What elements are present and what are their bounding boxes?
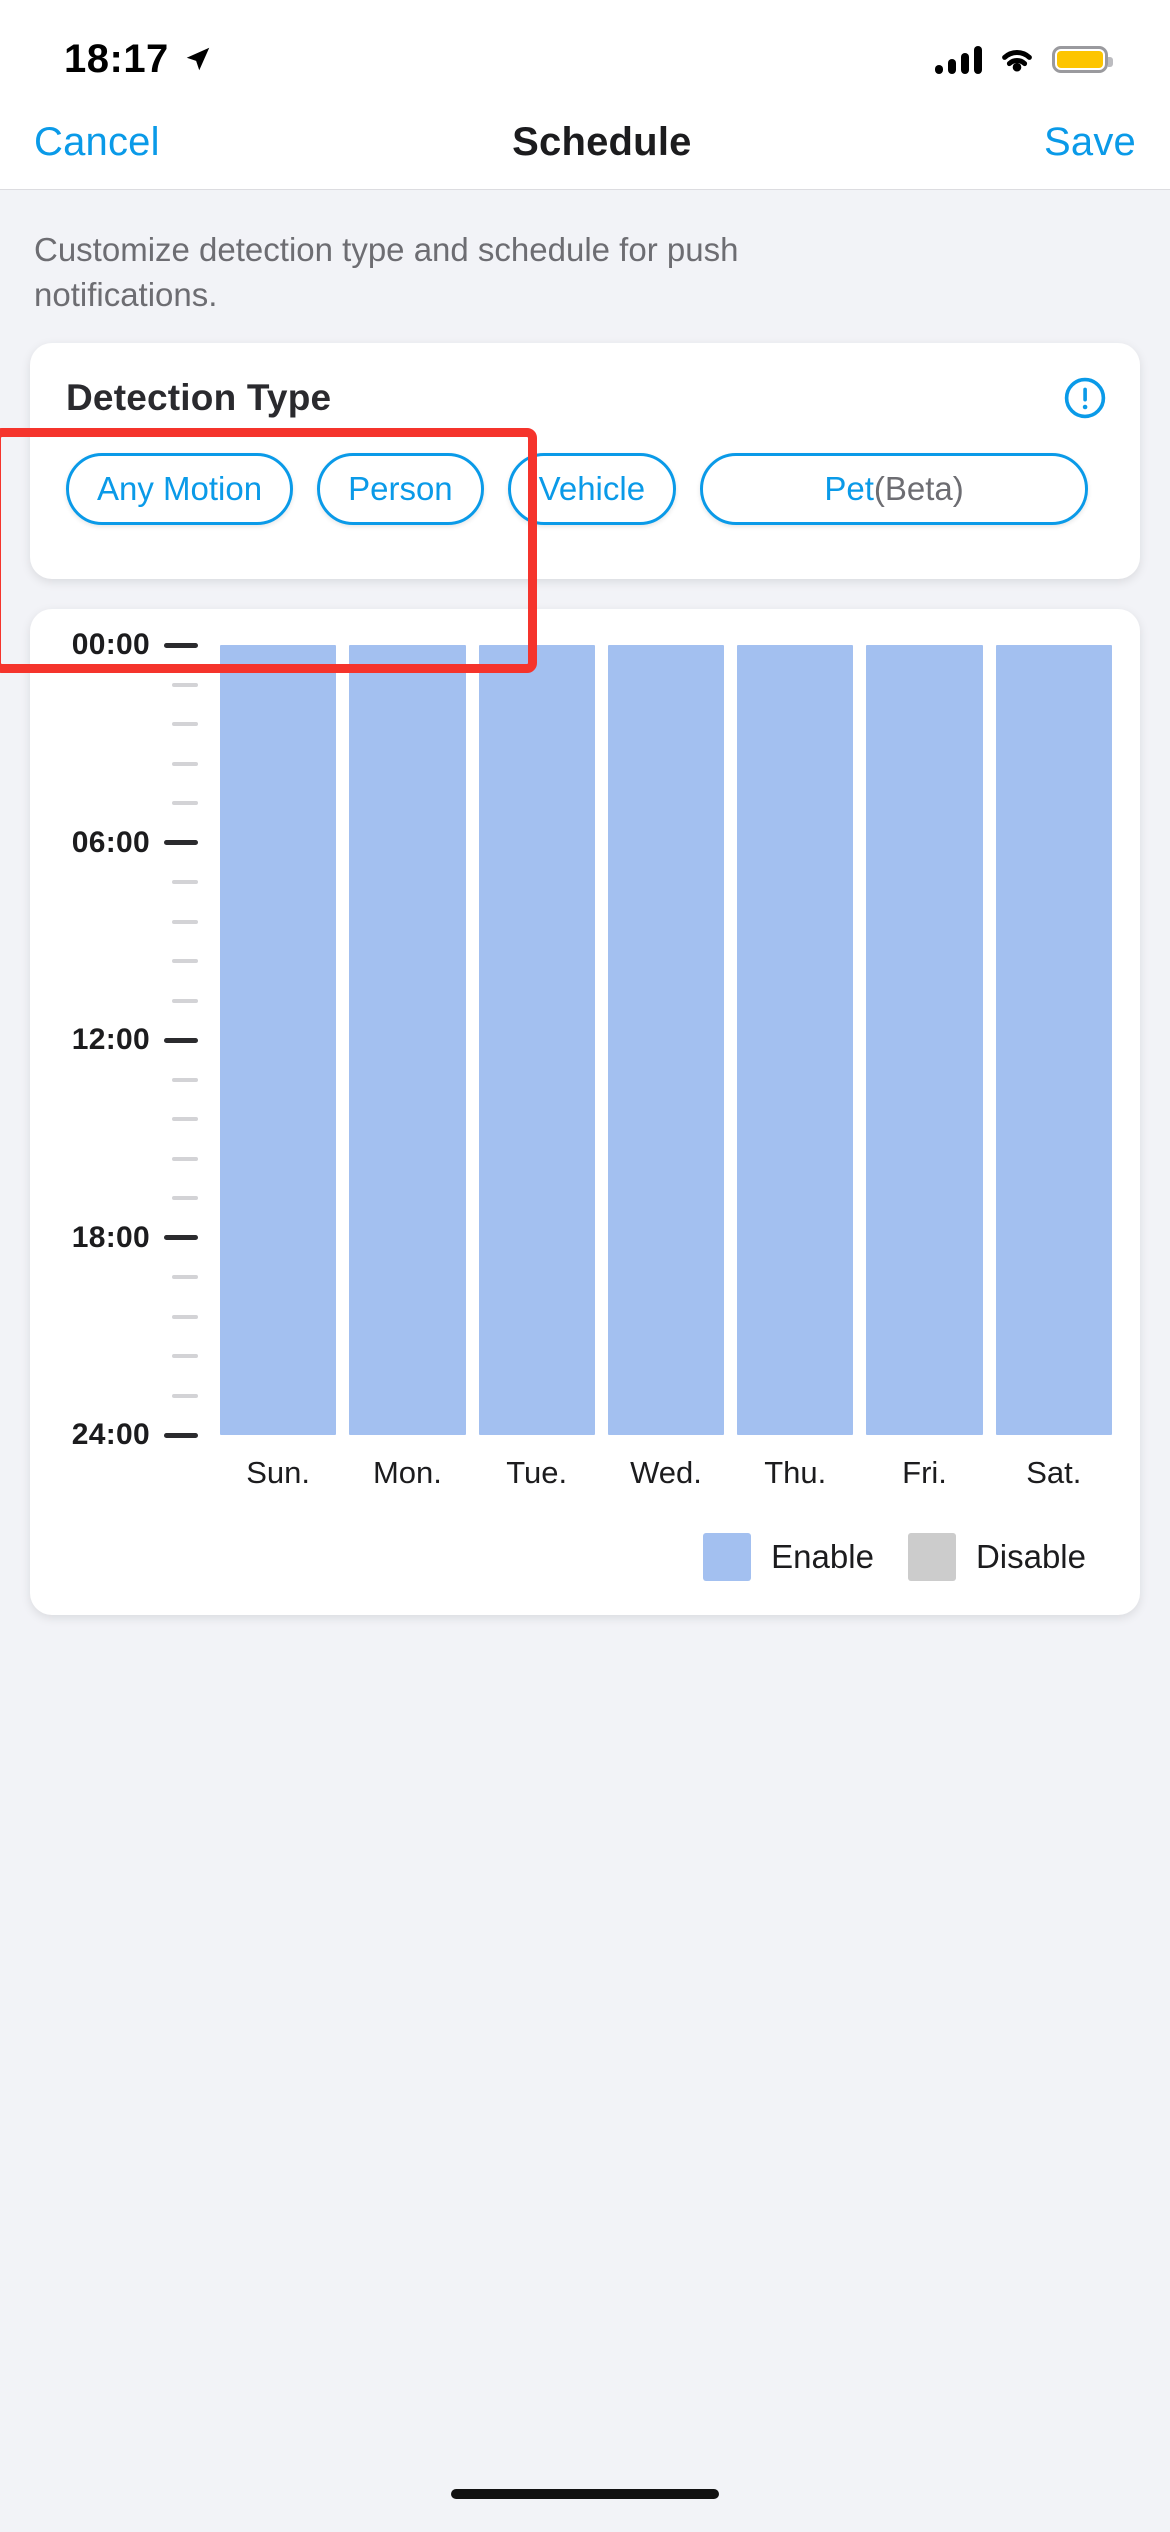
y-axis-label: 18:00 (71, 1220, 150, 1254)
schedule-chart: 00:00 06:00 12:00 18:00 24:00 (58, 628, 1112, 1451)
chart-x-axis: Sun. Mon. Tue. Wed. Thu. Fri. Sat. (58, 1455, 1112, 1491)
detection-chip-vehicle[interactable]: Vehicle (507, 453, 677, 526)
schedule-bar (607, 645, 725, 1436)
y-axis-minor-tick (172, 880, 198, 885)
y-axis-minor-tick (172, 1156, 198, 1161)
y-axis-major-tick (164, 840, 198, 846)
bar-column-mon[interactable] (349, 645, 466, 1436)
battery-icon (1052, 45, 1113, 73)
legend-swatch-disable (907, 1533, 956, 1582)
cellular-signal-icon (935, 44, 982, 74)
legend-item-enable: Enable (703, 1533, 874, 1582)
wifi-icon (998, 45, 1036, 73)
schedule-chart-card: 00:00 06:00 12:00 18:00 24:00 Sun. Mon. … (30, 609, 1140, 1616)
page-title: Schedule (512, 120, 692, 164)
bar-column-sun[interactable] (220, 645, 337, 1436)
x-axis-label: Sun. (246, 1455, 311, 1491)
bar-column-tue[interactable] (478, 645, 595, 1436)
x-axis-label: Thu. (764, 1455, 827, 1491)
y-axis-label: 24:00 (71, 1418, 150, 1452)
phone-screen: 18:17 Cancel Schedule Save Customize det… (0, 0, 1170, 2532)
legend-swatch-enable (703, 1533, 752, 1582)
chip-label: Any Motion (97, 470, 263, 508)
y-axis-minor-tick (172, 1354, 198, 1359)
legend-label: Disable (975, 1538, 1086, 1576)
schedule-bar (866, 645, 983, 1436)
chart-bars (198, 645, 1112, 1436)
y-axis-major-tick (164, 642, 198, 648)
detection-chip-any-motion[interactable]: Any Motion (66, 453, 294, 526)
y-axis-major-tick (164, 1432, 198, 1438)
y-axis-minor-tick (172, 959, 198, 964)
detection-type-heading: Detection Type (66, 377, 332, 419)
y-axis-label: 00:00 (71, 628, 150, 662)
y-axis-minor-tick (172, 1196, 198, 1201)
bar-column-wed[interactable] (607, 645, 725, 1436)
detection-type-card: Detection Type Any Motion Person Vehicle (30, 343, 1140, 580)
y-axis-tick: 00:00 (72, 628, 198, 662)
y-axis-tick: 06:00 (72, 826, 198, 860)
x-axis-label: Tue. (506, 1455, 568, 1491)
home-indicator[interactable] (451, 2489, 719, 2499)
y-axis-minor-tick (172, 761, 198, 766)
chart-y-axis: 00:00 06:00 12:00 18:00 24:00 (58, 628, 198, 1451)
y-axis-tick: 18:00 (72, 1221, 198, 1255)
bar-column-fri[interactable] (866, 645, 983, 1436)
chip-beta-suffix: (Beta) (873, 470, 964, 508)
y-axis-minor-tick (172, 919, 198, 924)
detection-type-chip-group: Any Motion Person Vehicle Pet (Beta) (66, 453, 1104, 526)
detection-chip-pet[interactable]: Pet (Beta) (700, 453, 1089, 526)
schedule-bar (737, 645, 854, 1436)
x-axis-label: Fri. (902, 1455, 947, 1491)
chip-label: Vehicle (538, 470, 646, 508)
y-axis-minor-tick (172, 682, 198, 687)
bar-column-thu[interactable] (737, 645, 854, 1436)
y-axis-minor-tick (172, 722, 198, 727)
y-axis-major-tick (164, 1235, 198, 1241)
y-axis-minor-tick (172, 1077, 198, 1082)
y-axis-minor-tick (172, 1275, 198, 1280)
chip-label: Pet (824, 470, 874, 508)
legend-label: Enable (771, 1538, 874, 1576)
x-axis-label: Wed. (630, 1455, 702, 1491)
schedule-bar (995, 645, 1112, 1436)
y-axis-label: 06:00 (71, 825, 150, 859)
y-axis-minor-tick (172, 1393, 198, 1398)
schedule-bar (349, 645, 466, 1436)
bar-column-sat[interactable] (995, 645, 1112, 1436)
save-button[interactable]: Save (1044, 120, 1136, 165)
status-bar-indicators (935, 44, 1113, 74)
y-axis-label: 12:00 (71, 1023, 150, 1057)
home-indicator-area (0, 2456, 1170, 2532)
y-axis-tick: 24:00 (72, 1418, 198, 1452)
navigation-bar: Cancel Schedule Save (0, 96, 1170, 190)
schedule-bar (220, 645, 337, 1436)
page-description: Customize detection type and schedule fo… (34, 231, 739, 313)
y-axis-minor-tick (172, 801, 198, 806)
y-axis-tick: 12:00 (72, 1023, 198, 1057)
status-bar-time: 18:17 (64, 37, 169, 81)
x-axis-label: Mon. (372, 1455, 442, 1491)
y-axis-minor-tick (172, 1117, 198, 1122)
chart-legend: Enable Disable (58, 1533, 1112, 1582)
info-exclamation-circle-icon[interactable] (1062, 375, 1108, 421)
y-axis-minor-tick (172, 998, 198, 1003)
status-bar: 18:17 (0, 0, 1170, 96)
main-content: Customize detection type and schedule fo… (0, 190, 1170, 2456)
chip-label: Person (348, 470, 453, 508)
cancel-button[interactable]: Cancel (34, 120, 160, 165)
y-axis-minor-tick (172, 1314, 198, 1319)
location-arrow-icon (183, 44, 213, 74)
x-axis-label: Sat. (1026, 1455, 1082, 1491)
legend-item-disable: Disable (907, 1533, 1086, 1582)
schedule-bar (478, 645, 595, 1436)
detection-chip-person[interactable]: Person (317, 453, 484, 526)
y-axis-major-tick (164, 1037, 198, 1043)
